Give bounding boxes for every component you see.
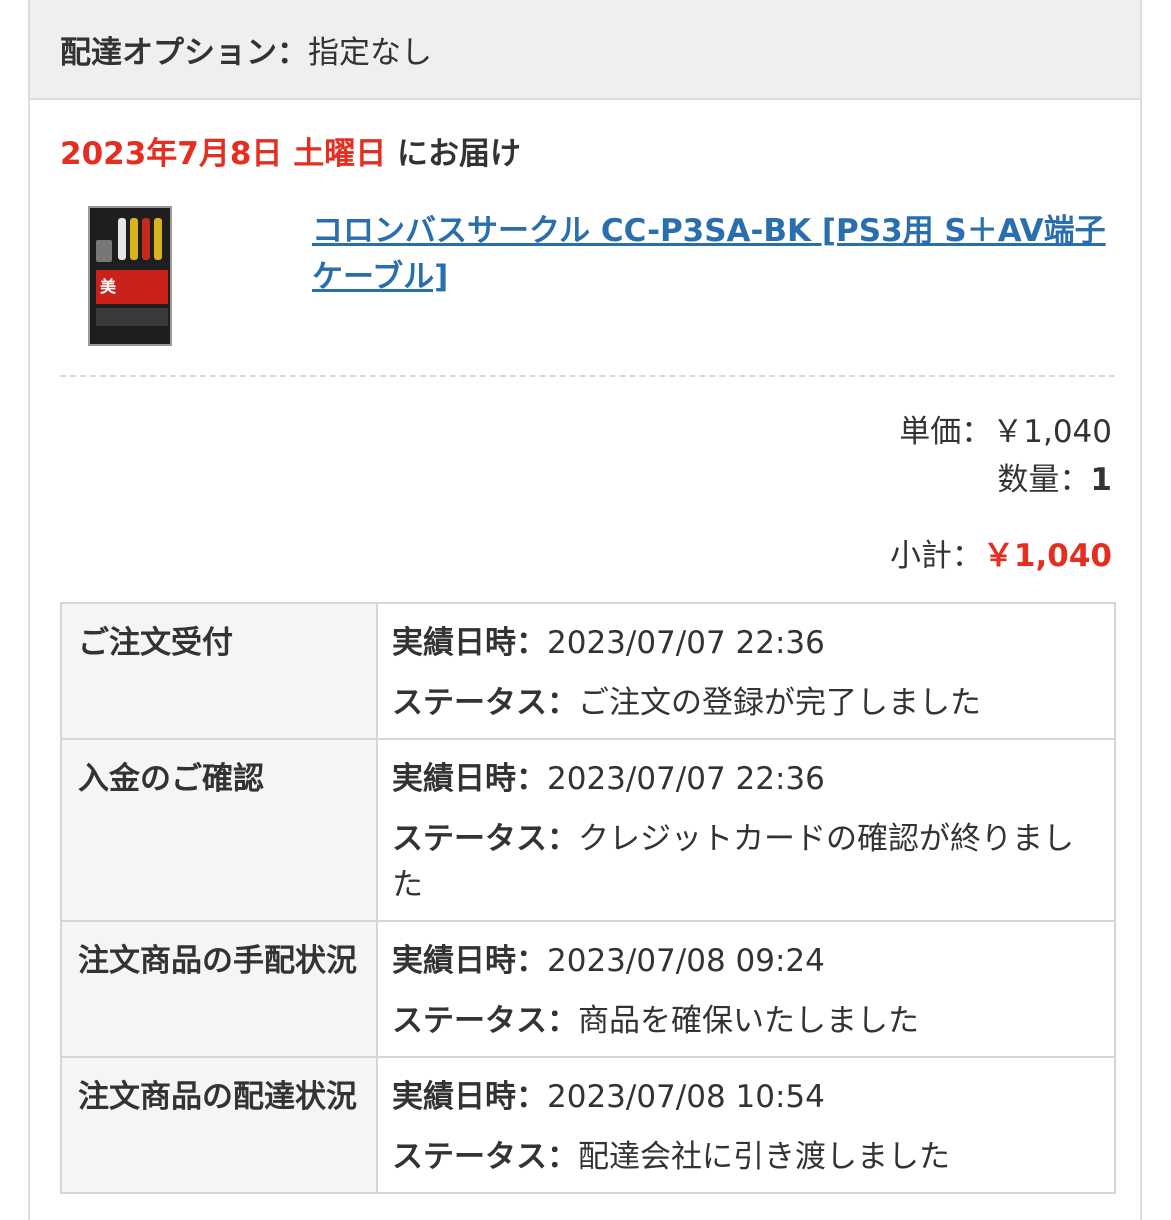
status-detail: 実績日時：2023/07/07 22:36 ステータス：クレジットカードの確認が… xyxy=(376,738,1116,922)
table-row: 注文商品の手配状況 実績日時：2023/07/08 09:24 ステータス：商品… xyxy=(60,920,1116,1058)
date-value: 2023/07/07 22:36 xyxy=(547,761,825,797)
subtotal: 小計：￥1,040 xyxy=(890,530,1112,575)
unit-price-label: 単価： xyxy=(899,414,993,450)
order-panel: 配達オプション： 指定なし 2023年7月8日 土曜日 にお届け 美 コロンバスサ… xyxy=(28,0,1142,1220)
cable-white-icon xyxy=(118,218,126,260)
date-label: 実績日時： xyxy=(392,625,547,661)
date-value: 2023/07/07 22:36 xyxy=(547,625,825,661)
subtotal-value: ￥1,040 xyxy=(982,538,1112,574)
quantity-value: 1 xyxy=(1090,462,1112,498)
status-label: ステータス： xyxy=(392,1003,578,1039)
dashed-divider xyxy=(60,375,1115,377)
status-detail: 実績日時：2023/07/08 09:24 ステータス：商品を確保いたしました xyxy=(376,920,1116,1058)
delivery-date-suffix: にお届け xyxy=(397,136,522,172)
quantity-label: 数量： xyxy=(997,462,1091,498)
unit-price: 単価：￥1,040 xyxy=(899,406,1112,451)
table-row: 注文商品の配達状況 実績日時：2023/07/08 10:54 ステータス：配達… xyxy=(60,1056,1116,1194)
cable-red-icon xyxy=(142,218,150,260)
product-title-link[interactable]: コロンバスサークル CC-P3SA-BK [PS3用 S＋AV端子ケーブル] xyxy=(312,208,1112,300)
cable-yellow-icon xyxy=(130,218,138,260)
status-label: ステータス： xyxy=(392,821,578,857)
cable-gold-icon xyxy=(154,218,162,260)
status-value: 配達会社に引き渡しました xyxy=(578,1139,950,1175)
date-label: 実績日時： xyxy=(392,761,547,797)
status-step: 注文商品の配達状況 xyxy=(60,1056,378,1194)
status-detail: 実績日時：2023/07/08 10:54 ステータス：配達会社に引き渡しました xyxy=(376,1056,1116,1194)
delivery-option-header: 配達オプション： 指定なし xyxy=(30,0,1140,100)
status-label: ステータス： xyxy=(392,685,578,721)
date-label: 実績日時： xyxy=(392,943,547,979)
status-step: ご注文受付 xyxy=(60,602,378,740)
connector-icon xyxy=(96,240,112,262)
status-step: 注文商品の手配状況 xyxy=(60,920,378,1058)
delivery-option-label: 配達オプション： xyxy=(60,34,308,71)
table-row: 入金のご確認 実績日時：2023/07/07 22:36 ステータス：クレジット… xyxy=(60,738,1116,922)
delivery-date-value: 2023年7月8日 土曜日 xyxy=(60,136,387,172)
delivery-date: 2023年7月8日 土曜日 にお届け xyxy=(60,128,521,173)
status-detail: 実績日時：2023/07/07 22:36 ステータス：ご注文の登録が完了しまし… xyxy=(376,602,1116,740)
table-row: ご注文受付 実績日時：2023/07/07 22:36 ステータス：ご注文の登録… xyxy=(60,602,1116,740)
subtotal-label: 小計： xyxy=(889,538,983,574)
status-value: ご注文の登録が完了しました xyxy=(578,685,981,721)
date-value: 2023/07/08 09:24 xyxy=(547,943,825,979)
product-thumbnail[interactable]: 美 xyxy=(88,206,172,346)
status-value: 商品を確保いたしました xyxy=(578,1003,919,1039)
product-package-label: 美 xyxy=(96,270,168,304)
package-strip xyxy=(96,308,168,326)
date-label: 実績日時： xyxy=(392,1079,547,1115)
unit-price-value: ￥1,040 xyxy=(992,414,1112,450)
delivery-option-value: 指定なし xyxy=(308,34,432,71)
status-step: 入金のご確認 xyxy=(60,738,378,922)
order-status-table: ご注文受付 実績日時：2023/07/07 22:36 ステータス：ご注文の登録… xyxy=(60,602,1116,1194)
quantity: 数量：1 xyxy=(997,454,1112,499)
date-value: 2023/07/08 10:54 xyxy=(547,1079,825,1115)
status-label: ステータス： xyxy=(392,1139,578,1175)
